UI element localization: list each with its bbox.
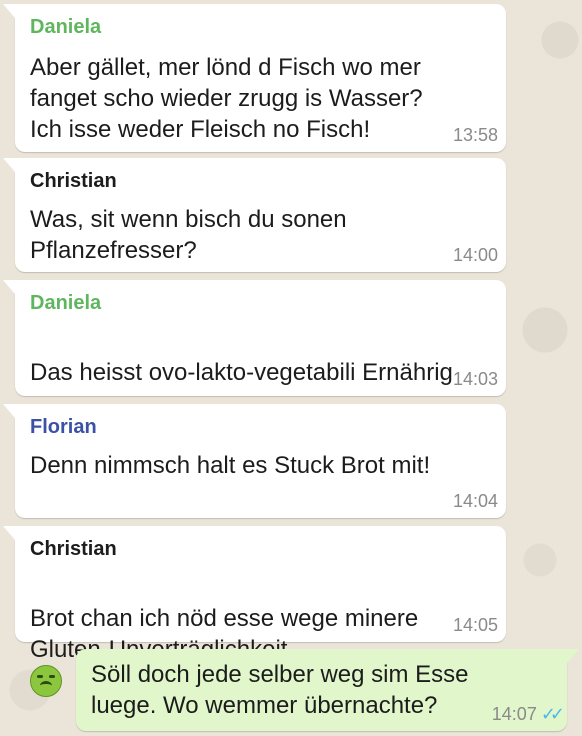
message-bubble[interactable]: Christian Brot chan ich nöd esse wege mi… <box>3 526 506 697</box>
message-time: 14:04 <box>452 491 498 511</box>
sender-name[interactable]: Daniela <box>30 16 101 39</box>
message-bubble[interactable]: Daniela Das heisst ovo-lakto-vegetabili … <box>3 280 506 451</box>
sender-name[interactable]: Christian <box>30 538 117 561</box>
message-time: 13:58 <box>452 125 498 145</box>
message-time: 14:05 <box>452 615 498 635</box>
message-text: Söll doch jede selber weg sim Esse luege… <box>91 661 469 719</box>
nauseated-face-emoji-icon <box>30 665 62 697</box>
sender-name[interactable]: Daniela <box>30 292 101 315</box>
outgoing-message-bubble[interactable]: Söll doch jede selber weg sim Esse luege… <box>76 649 579 731</box>
message-text: Denn nimmsch halt es Stuck Brot mit! <box>30 452 431 479</box>
message-bubble[interactable]: Florian Denn nimmsch halt es Stuck Brot … <box>3 404 506 518</box>
message-bubble[interactable]: Daniela Aber gället, mer lönd d Fisch wo… <box>3 4 506 152</box>
message-text: Das heisst ovo-lakto-vegetabili Ernährig <box>30 359 453 386</box>
read-double-check-icon: ✓✓ <box>540 704 565 724</box>
message-time: 14:07 <box>491 704 537 724</box>
sender-name[interactable]: Christian <box>30 170 117 193</box>
message-bubble[interactable]: Christian Was, sit wenn bisch du sonen P… <box>3 158 506 272</box>
message-text: Was, sit wenn bisch du sonen Pflanzefres… <box>30 206 347 264</box>
message-time: 14:00 <box>452 245 498 265</box>
message-meta: 14:07 ✓✓ <box>491 704 565 725</box>
message-time: 14:03 <box>452 369 498 389</box>
message-text: Aber gället, mer lönd d Fisch wo mer fan… <box>30 54 423 143</box>
sender-name[interactable]: Florian <box>30 416 97 439</box>
